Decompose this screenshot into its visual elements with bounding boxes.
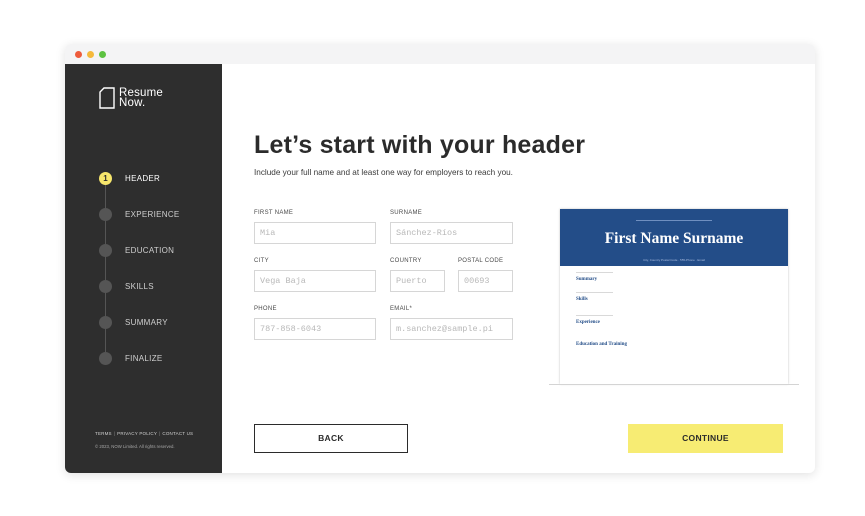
city-input[interactable]: Vega Baja xyxy=(254,270,376,292)
preview-section-experience: Experience xyxy=(576,320,600,325)
step-connector xyxy=(105,257,106,280)
step-label: EDUCATION xyxy=(125,246,175,255)
step-experience[interactable]: EXPERIENCE xyxy=(99,208,219,222)
preview-divider xyxy=(549,384,799,385)
email-input[interactable]: m.sanchez@sample.pi xyxy=(390,318,513,340)
step-number-badge: 1 xyxy=(99,172,112,185)
postal-code-label: POSTAL CODE xyxy=(458,258,504,264)
browser-window: Resume Now. 1 HEADER EXPERIENCE EDUCATIO… xyxy=(65,44,815,473)
preview-section-rule xyxy=(576,292,613,293)
logo-line-2: Now. xyxy=(119,97,146,109)
continue-button[interactable]: CONTINUE xyxy=(628,424,783,453)
sidebar: Resume Now. 1 HEADER EXPERIENCE EDUCATIO… xyxy=(65,64,222,473)
country-label: COUNTRY xyxy=(390,258,422,264)
document-icon xyxy=(99,87,115,109)
first-name-input[interactable]: Mia xyxy=(254,222,376,244)
step-summary[interactable]: SUMMARY xyxy=(99,316,219,330)
phone-input[interactable]: 787-858-6043 xyxy=(254,318,376,340)
step-label: HEADER xyxy=(125,174,161,183)
window-minimize-icon[interactable] xyxy=(87,51,94,58)
page-subtitle: Include your full name and at least one … xyxy=(254,168,513,177)
surname-input[interactable]: Sánchez-Ríos xyxy=(390,222,513,244)
resume-preview[interactable]: First Name Surname City, Country Postal … xyxy=(560,209,788,384)
step-header[interactable]: 1 HEADER xyxy=(99,172,219,186)
preview-section-rule xyxy=(576,315,613,316)
logo-text: Resume Now. xyxy=(119,87,163,109)
step-label: FINALIZE xyxy=(125,354,163,363)
step-skills[interactable]: SKILLS xyxy=(99,280,219,294)
window-maximize-icon[interactable] xyxy=(99,51,106,58)
preview-contact: City, Country Postal Code · 555-Phone · … xyxy=(643,258,705,262)
preview-header-rule xyxy=(636,220,712,221)
contact-us-link[interactable]: CONTACT US xyxy=(162,431,193,436)
preview-section-education: Education and Training xyxy=(576,342,627,347)
window-close-icon[interactable] xyxy=(75,51,82,58)
step-connector xyxy=(105,185,106,208)
country-input[interactable]: Puerto xyxy=(390,270,445,292)
email-label: EMAIL* xyxy=(390,306,413,312)
step-connector xyxy=(105,221,106,244)
step-circle xyxy=(99,244,112,257)
step-label: SKILLS xyxy=(125,282,154,291)
copyright: © 2023, NOW Limited. All rights reserved… xyxy=(95,444,175,449)
step-circle xyxy=(99,208,112,221)
step-finalize[interactable]: FINALIZE xyxy=(99,352,219,366)
terms-link[interactable]: TERMS xyxy=(95,431,112,436)
page-title: Let’s start with your header xyxy=(254,131,586,159)
step-education[interactable]: EDUCATION xyxy=(99,244,219,258)
back-button[interactable]: BACK xyxy=(254,424,408,453)
step-label: EXPERIENCE xyxy=(125,210,180,219)
preview-section-summary: Summary xyxy=(576,277,598,282)
city-label: CITY xyxy=(254,258,269,264)
first-name-label: FIRST NAME xyxy=(254,210,294,216)
privacy-policy-link[interactable]: PRIVACY POLICY xyxy=(117,431,157,436)
step-circle xyxy=(99,280,112,293)
step-label: SUMMARY xyxy=(125,318,168,327)
preview-name: First Name Surname xyxy=(604,230,744,247)
footer-links: TERMS | PRIVACY POLICY | CONTACT US xyxy=(95,431,194,436)
step-circle xyxy=(99,316,112,329)
preview-header: First Name Surname City, Country Postal … xyxy=(560,209,788,266)
step-connector xyxy=(105,293,106,316)
postal-code-input[interactable]: 00693 xyxy=(458,270,513,292)
step-circle xyxy=(99,352,112,365)
step-connector xyxy=(105,329,106,352)
preview-section-skills: Skills xyxy=(576,297,588,302)
window-titlebar xyxy=(65,44,815,64)
surname-label: SURNAME xyxy=(390,210,423,216)
preview-section-rule xyxy=(576,272,613,273)
phone-label: PHONE xyxy=(254,306,277,312)
